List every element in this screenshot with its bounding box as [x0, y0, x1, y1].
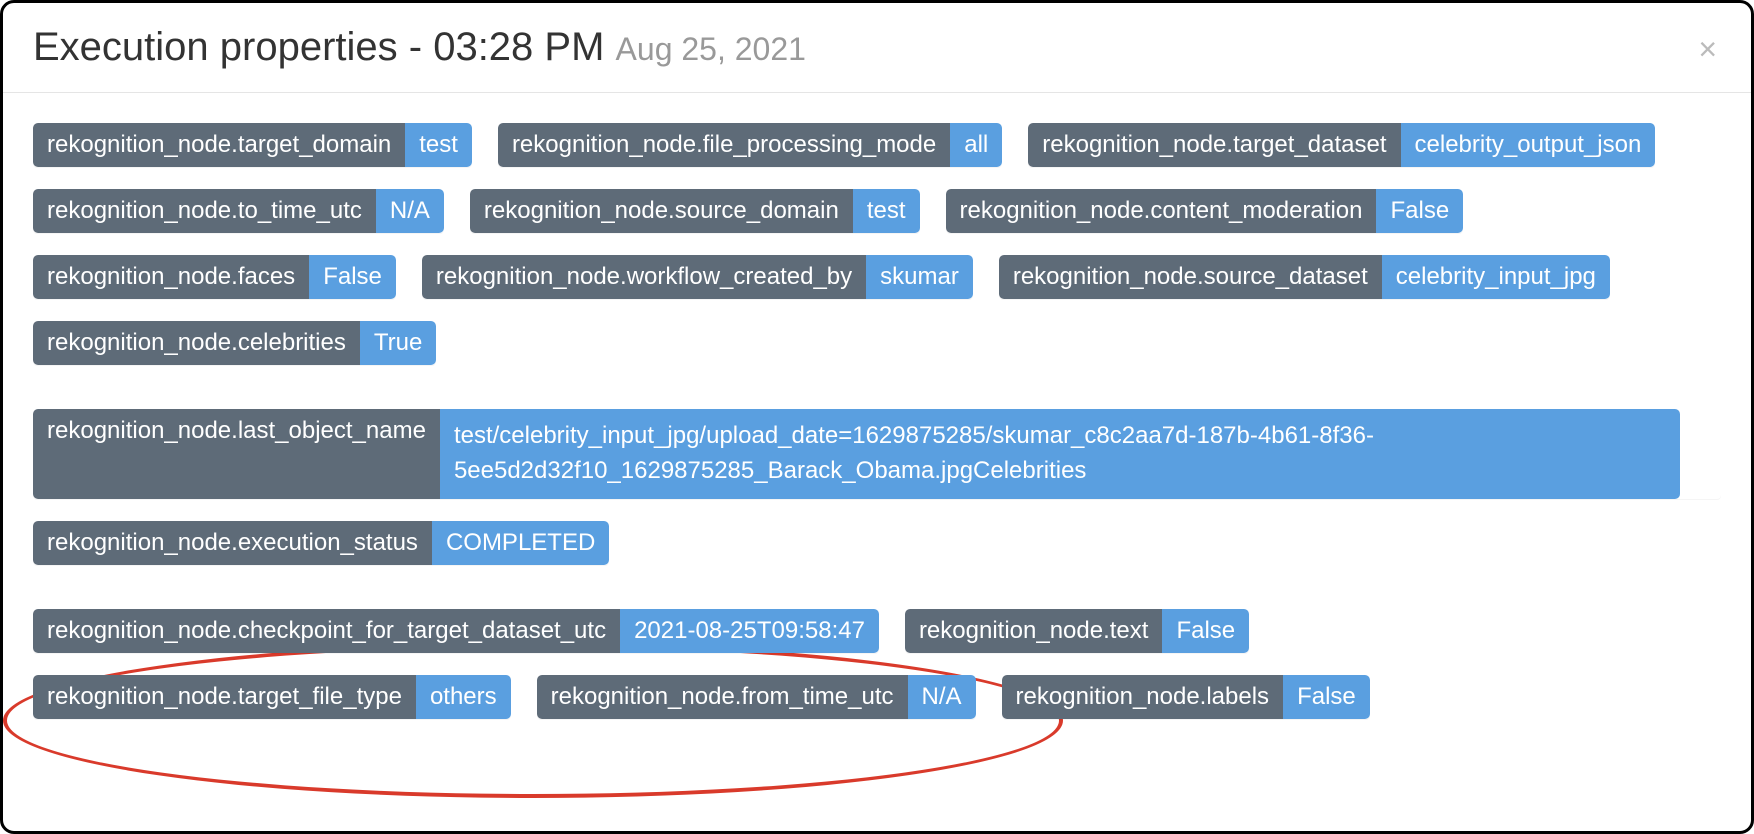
property-key: rekognition_node.source_dataset [999, 255, 1382, 299]
property-badge: rekognition_node.source_domaintest [470, 189, 920, 233]
property-badge: rekognition_node.to_time_utcN/A [33, 189, 444, 233]
property-value: False [1283, 675, 1370, 719]
property-badge: rekognition_node.target_domaintest [33, 123, 472, 167]
property-badge: rekognition_node.target_datasetcelebrity… [1028, 123, 1655, 167]
property-key: rekognition_node.source_domain [470, 189, 853, 233]
property-key: rekognition_node.from_time_utc [537, 675, 908, 719]
property-key: rekognition_node.checkpoint_for_target_d… [33, 609, 620, 653]
property-key: rekognition_node.execution_status [33, 521, 432, 565]
title-date: Aug 25, 2021 [616, 31, 806, 67]
property-key: rekognition_node.workflow_created_by [422, 255, 866, 299]
property-key: rekognition_node.target_dataset [1028, 123, 1400, 167]
property-value: skumar [866, 255, 973, 299]
modal-header: Execution properties - 03:28 PM Aug 25, … [3, 3, 1751, 93]
property-value: all [950, 123, 1002, 167]
property-key: rekognition_node.target_file_type [33, 675, 416, 719]
property-badge: rekognition_node.checkpoint_for_target_d… [33, 609, 879, 653]
property-badge: rekognition_node.from_time_utcN/A [537, 675, 976, 719]
modal-body: rekognition_node.target_domaintestrekogn… [3, 93, 1751, 749]
property-key: rekognition_node.target_domain [33, 123, 405, 167]
property-key: rekognition_node.last_object_name [33, 409, 440, 499]
property-value: COMPLETED [432, 521, 609, 565]
property-key: rekognition_node.labels [1002, 675, 1284, 719]
property-badge: rekognition_node.content_moderationFalse [946, 189, 1464, 233]
property-badge: rekognition_node.last_object_nametest/ce… [33, 409, 1721, 499]
property-value: test [405, 123, 472, 167]
property-value: True [360, 321, 436, 365]
property-value: N/A [908, 675, 976, 719]
property-value: others [416, 675, 511, 719]
property-value: test [853, 189, 920, 233]
property-badge: rekognition_node.source_datasetcelebrity… [999, 255, 1610, 299]
property-badge: rekognition_node.workflow_created_byskum… [422, 255, 973, 299]
property-value: False [309, 255, 396, 299]
property-key: rekognition_node.text [905, 609, 1163, 653]
modal: Execution properties - 03:28 PM Aug 25, … [0, 0, 1754, 834]
property-value: celebrity_input_jpg [1382, 255, 1610, 299]
property-badge: rekognition_node.textFalse [905, 609, 1249, 653]
property-key: rekognition_node.content_moderation [946, 189, 1377, 233]
title-time: 03:28 PM [433, 25, 604, 69]
property-badge: rekognition_node.facesFalse [33, 255, 396, 299]
title-prefix: Execution properties - [33, 25, 433, 69]
property-value: 2021-08-25T09:58:47 [620, 609, 879, 653]
modal-title: Execution properties - 03:28 PM Aug 25, … [33, 25, 806, 70]
property-key: rekognition_node.file_processing_mode [498, 123, 950, 167]
close-icon[interactable]: × [1692, 33, 1723, 65]
property-key: rekognition_node.to_time_utc [33, 189, 376, 233]
property-key: rekognition_node.celebrities [33, 321, 360, 365]
property-value: False [1162, 609, 1249, 653]
property-badge: rekognition_node.execution_statusCOMPLET… [33, 521, 609, 565]
property-badge: rekognition_node.celebritiesTrue [33, 321, 436, 365]
property-value: False [1376, 189, 1463, 233]
property-badge: rekognition_node.target_file_typeothers [33, 675, 511, 719]
property-badge: rekognition_node.labelsFalse [1002, 675, 1370, 719]
property-badge: rekognition_node.file_processing_modeall [498, 123, 1002, 167]
property-value: celebrity_output_json [1401, 123, 1656, 167]
property-value: N/A [376, 189, 444, 233]
property-value: test/celebrity_input_jpg/upload_date=162… [440, 409, 1680, 499]
property-key: rekognition_node.faces [33, 255, 309, 299]
